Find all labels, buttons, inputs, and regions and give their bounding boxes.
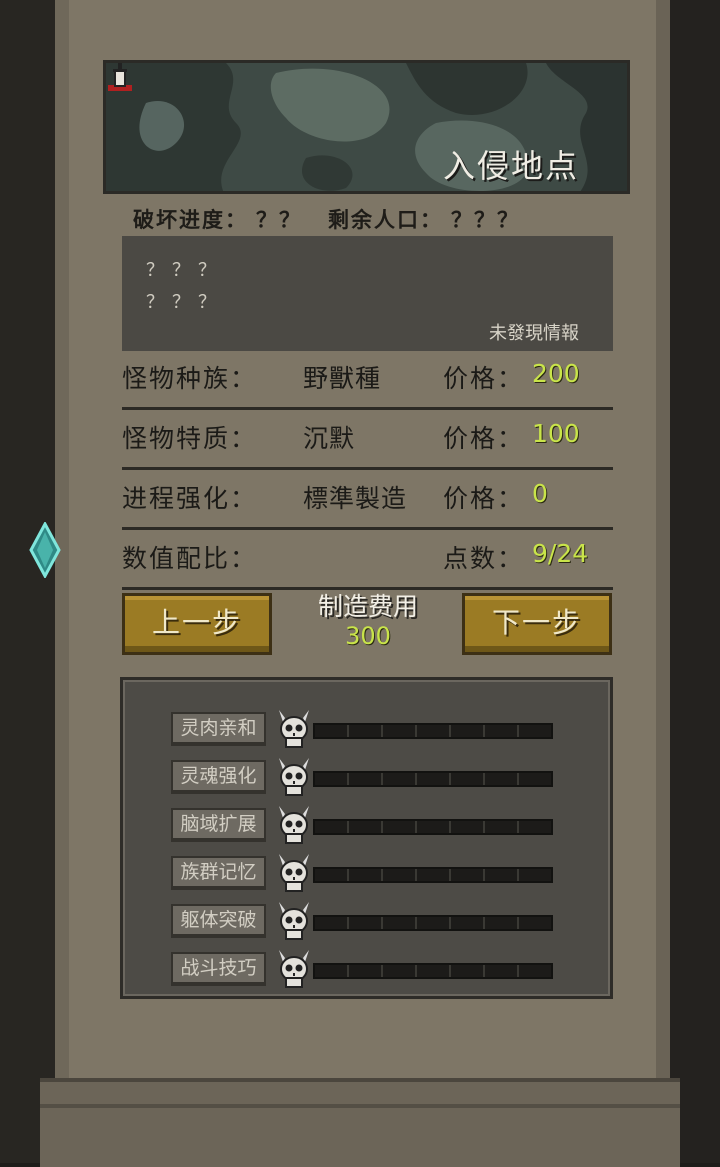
prev-step-button[interactable]: 上一步 <box>122 593 272 655</box>
attribute-button[interactable]: 躯体突破 <box>171 904 266 938</box>
tower-marker-icon[interactable] <box>106 63 134 93</box>
attribute-bar[interactable] <box>313 867 553 883</box>
skull-icon <box>279 710 309 748</box>
ratio-label: 数值配比： <box>122 544 258 573</box>
attribute-row: 族群记忆 <box>171 854 561 894</box>
process-value[interactable]: 標準製造 <box>303 479 407 515</box>
row-ratio: 数值配比： 点数： 9/24 <box>122 531 613 590</box>
attribute-bar[interactable] <box>313 819 553 835</box>
attribute-row: 躯体突破 <box>171 902 561 942</box>
process-price-label: 价格： <box>443 484 525 513</box>
intel-line-2: ？？？ <box>146 292 224 313</box>
destroy-label: 破坏进度： <box>133 208 248 232</box>
row-process[interactable]: 进程强化： 標準製造 价格： 0 <box>122 471 613 530</box>
attribute-button[interactable]: 脑域扩展 <box>171 808 266 842</box>
attribute-button[interactable]: 灵魂强化 <box>171 760 266 794</box>
attribute-row: 脑域扩展 <box>171 806 561 846</box>
cost-value: 300 <box>345 622 391 650</box>
species-price: 200 <box>532 359 580 388</box>
attribute-bar[interactable] <box>313 771 553 787</box>
intel-line-1: ？？？ <box>146 260 224 281</box>
skull-icon <box>279 806 309 844</box>
skull-icon <box>279 854 309 892</box>
attribute-bar[interactable] <box>313 723 553 739</box>
intel-note: 未發現情報 <box>489 323 579 344</box>
destroy-value: ？？ <box>256 208 302 232</box>
trait-value[interactable]: 沉默 <box>303 419 355 455</box>
trait-label: 怪物特质： <box>122 424 258 453</box>
attribute-row: 灵肉亲和 <box>171 710 561 750</box>
invasion-map[interactable]: 入侵地点 <box>103 60 630 194</box>
attribute-button[interactable]: 灵肉亲和 <box>171 712 266 746</box>
species-label: 怪物种族： <box>122 364 258 393</box>
left-wall <box>0 0 60 1163</box>
population-label: 剩余人口： <box>328 208 443 232</box>
attribute-bar[interactable] <box>313 963 553 979</box>
trait-price: 100 <box>532 419 580 448</box>
population-value: ？？？ <box>451 208 520 232</box>
row-species[interactable]: 怪物种族： 野獸種 价格： 200 <box>122 351 613 410</box>
row-trait[interactable]: 怪物特质： 沉默 价格： 100 <box>122 411 613 470</box>
skull-icon <box>279 902 309 940</box>
intel-box: ？？？ ？？？ 未發現情報 <box>122 236 613 351</box>
skull-icon <box>279 950 309 988</box>
process-label: 进程强化： <box>122 484 258 513</box>
points-value: 9/24 <box>532 539 589 568</box>
attribute-row: 战斗技巧 <box>171 950 561 990</box>
attribute-button[interactable]: 战斗技巧 <box>171 952 266 986</box>
scroll-bottom-roll <box>40 1078 680 1167</box>
species-price-label: 价格： <box>443 364 525 393</box>
cost-label: 制造费用 <box>317 592 418 621</box>
species-value[interactable]: 野獸種 <box>303 359 381 395</box>
map-title: 入侵地点 <box>442 147 579 185</box>
process-price: 0 <box>532 479 548 508</box>
trait-price-label: 价格： <box>443 424 525 453</box>
next-step-button[interactable]: 下一步 <box>462 593 612 655</box>
attribute-panel: 灵肉亲和 灵魂强化 脑域扩展 族群记忆 躯体突破 战斗技巧 <box>120 677 613 999</box>
points-label: 点数： <box>443 544 525 573</box>
attribute-bar[interactable] <box>313 915 553 931</box>
crystal-icon[interactable] <box>28 522 62 578</box>
attribute-row: 灵魂强化 <box>171 758 561 798</box>
skull-icon <box>279 758 309 796</box>
attribute-button[interactable]: 族群记忆 <box>171 856 266 890</box>
progress-stats: 破坏进度： ？？ 剩余人口： ？？？ <box>133 204 528 234</box>
